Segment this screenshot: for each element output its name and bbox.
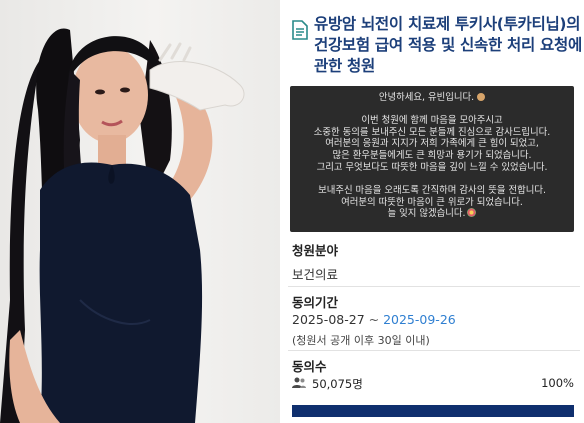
flower-icon [467,208,477,218]
period-label: 동의기간 [292,295,339,310]
message-line: 보내주신 마음을 오래도록 간직하며 감사의 뜻을 전합니다. [318,184,546,196]
message-line: 그리고 무엇보다도 따뜻한 마음을 깊이 느낄 수 있었습니다. [316,161,548,173]
document-icon [292,20,308,40]
message-line: 여러분의 따뜻한 마음이 큰 위로가 되었습니다. [341,196,523,208]
emoji-icon [477,93,486,101]
message-line: 이번 청원에 함께 마음을 모아주시고 [361,114,503,126]
petition-panel: 유방암 뇌전이 치료제 투키사(투카티닙)의 건강보험 급여 적용 및 신속한 … [282,0,584,423]
message-text: 안녕하세요, 유빈입니다. 이번 청원에 함께 마음을 모아주시고 소중한 동의를 … [290,92,574,220]
field-label: 청원분야 [292,243,339,258]
message-line: 많은 환우분들에게도 큰 희망과 용기가 되었습니다. [332,150,532,162]
people-icon [292,377,306,388]
message-image: 안녕하세요, 유빈입니다. 이번 청원에 함께 마음을 모아주시고 소중한 동의를 … [290,86,574,232]
message-line: 소중한 동의를 보내주신 모든 분들께 진심으로 감사드립니다. [313,126,551,138]
message-line [290,174,574,185]
message-line: 여러분의 응원과 지지가 저희 가족에게 큰 힘이 되었고, [325,138,539,150]
separator [288,286,580,287]
progress-bar [292,405,574,417]
petition-title: 유방암 뇌전이 치료제 투키사(투카티닙)의 건강보험 급여 적용 및 신속한 … [314,15,582,75]
count-row: 50,075명 100% [292,376,578,392]
period-note: (청원서 공개 이후 30일 이내) [292,334,430,347]
period-end: 2025-09-26 [383,312,456,327]
period-range: 2025-08-27 ~ 2025-09-26 [292,312,456,327]
separator [288,350,580,351]
photo [0,0,280,423]
period-start: 2025-08-27 [292,312,365,327]
message-line [290,104,574,115]
period-separator: ~ [364,312,384,327]
field-value: 보건의료 [292,267,339,282]
message-line: 안녕하세요, 유빈입니다. [290,92,574,104]
percent-text: 100% [541,376,574,390]
woman-photo [0,28,245,423]
count-value: 50,075명 [312,377,363,391]
message-line: 늘 잊지 않겠습니다. [290,208,574,220]
count-label: 동의수 [292,359,327,374]
